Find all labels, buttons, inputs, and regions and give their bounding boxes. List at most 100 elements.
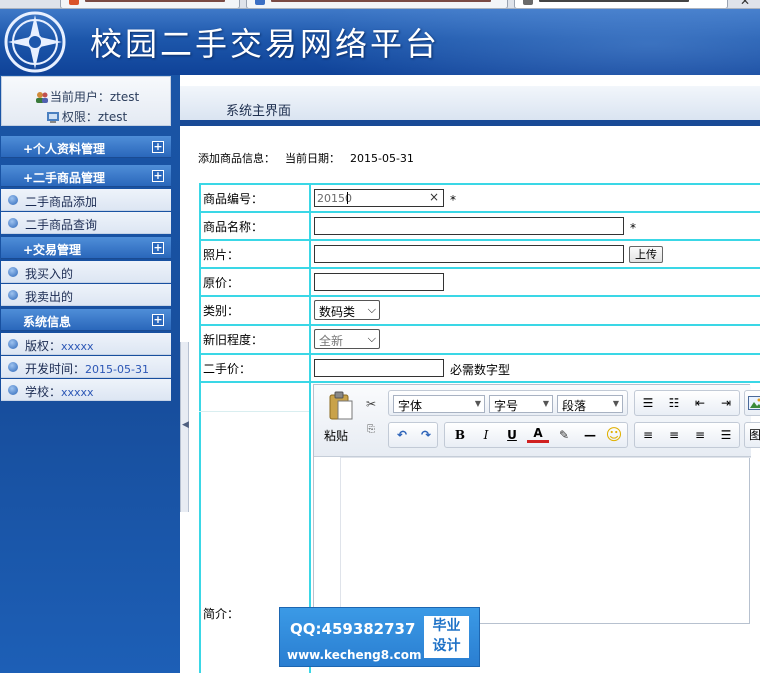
close-icon[interactable]: ✕	[740, 0, 750, 8]
horizontal-rule-icon[interactable]: —	[579, 424, 601, 446]
upload-button[interactable]: 上传	[629, 246, 663, 263]
sidebar-collapse-handle[interactable]: ◀	[180, 342, 189, 512]
photo-label: 照片：	[203, 248, 240, 262]
date-label: 当前日期：	[285, 152, 340, 165]
browser-tab[interactable]	[246, 0, 508, 8]
paste-label: 粘贴	[324, 429, 349, 443]
code-input[interactable]: 20150 ×	[314, 189, 444, 207]
align-left-icon[interactable]: ≡	[637, 424, 659, 446]
chevron-down-icon: ▼	[542, 399, 549, 408]
history-group: ↶ ↷	[388, 422, 438, 448]
price-label: 二手价：	[203, 362, 252, 376]
paste-button[interactable]: 粘贴	[322, 391, 362, 447]
outdent-icon[interactable]: ⇤	[689, 392, 711, 414]
align-justify-icon[interactable]: ☰	[715, 424, 737, 446]
indent-icon[interactable]: ⇥	[715, 392, 737, 414]
clear-icon[interactable]: ×	[429, 190, 439, 204]
ordered-list-icon[interactable]: ☰	[637, 392, 659, 414]
size-select-value: 字号	[494, 399, 519, 413]
site-title: 校园二手交易网络平台	[90, 25, 441, 63]
browser-tab[interactable]	[60, 0, 240, 8]
badge-line: 毕业	[432, 618, 461, 634]
price-input[interactable]	[314, 359, 444, 377]
highlight-icon[interactable]: ✎	[553, 424, 575, 446]
font-color-button[interactable]: A	[527, 424, 549, 443]
insert-image-icon[interactable]	[748, 396, 760, 410]
category-label: 类别：	[203, 304, 240, 318]
row-photo: 照片： 上传	[199, 239, 760, 267]
info-value: xxxxx	[61, 386, 94, 399]
name-input[interactable]	[314, 217, 624, 235]
emoticon-icon[interactable]: ☺	[603, 424, 625, 446]
info-key: 版权：	[25, 339, 62, 353]
menu-group-system-info[interactable]: 系统信息 +	[1, 309, 171, 331]
more-tools-group: 图	[744, 422, 760, 448]
paragraph-select[interactable]: 段落 ▼	[557, 395, 623, 413]
format-select-group: 字体 ▼ 字号 ▼ 段落 ▼	[388, 390, 628, 416]
user-info-box: 当前用户：ztest 权限：ztest	[1, 76, 171, 126]
sidebar-item-label: 我卖出的	[25, 290, 74, 304]
underline-button[interactable]: U	[501, 424, 523, 446]
permission-icon	[46, 112, 59, 123]
sidebar-item-label: 我买入的	[25, 267, 74, 281]
watermark-banner: QQ:459382737 www.kecheng8.com 毕业 设计	[279, 607, 480, 667]
required-mark: *	[630, 221, 636, 235]
undo-icon[interactable]: ↶	[391, 424, 413, 446]
sidebar-item-school: 学校：xxxxx	[1, 379, 171, 401]
expand-icon[interactable]: +	[152, 141, 164, 153]
cut-icon[interactable]: ✂	[360, 393, 382, 415]
expand-icon[interactable]: +	[152, 170, 164, 182]
category-select[interactable]: 数码类 ⌵	[314, 300, 380, 320]
condition-select[interactable]: 全新 ⌵	[314, 329, 380, 349]
align-right-icon[interactable]: ≡	[689, 424, 711, 446]
info-value: xxxxx	[61, 340, 94, 353]
bullet-icon	[8, 195, 18, 205]
align-center-icon[interactable]: ≡	[663, 424, 685, 446]
expand-icon[interactable]: +	[152, 314, 164, 326]
size-select[interactable]: 字号 ▼	[489, 395, 553, 413]
date-value: 2015-05-31	[350, 152, 414, 165]
required-mark: *	[450, 193, 456, 207]
current-user-text: 当前用户：ztest	[49, 90, 140, 104]
info-key: 学校：	[25, 385, 62, 399]
italic-button[interactable]: I	[475, 424, 497, 446]
text-style-group: B I U A ✎ — ☺	[444, 422, 628, 448]
unordered-list-icon[interactable]: ☷	[663, 392, 685, 414]
copy-icon[interactable]: ⎘	[360, 419, 382, 441]
chevron-left-icon[interactable]: ◀	[182, 420, 189, 430]
menu-group-trade[interactable]: +交易管理 +	[1, 237, 171, 259]
editor-content-area[interactable]	[340, 457, 751, 624]
sidebar-item-label: 学校：xxxxx	[25, 383, 94, 400]
image-button[interactable]: 图	[745, 424, 760, 446]
content-area: 添加商品信息： 当前日期： 2015-05-31 商品编号： 20150 × * 商…	[189, 133, 760, 673]
tab-favicon-icon	[69, 0, 79, 5]
row-code: 商品编号： 20150 × *	[199, 183, 760, 211]
main-header: 系统主界面	[180, 75, 760, 133]
tab-label	[539, 0, 689, 2]
menu-group-label: 系统信息	[23, 315, 72, 329]
price-hint: 必需数字型	[450, 363, 511, 377]
site-banner: 校园二手交易网络平台	[0, 9, 760, 75]
font-select-value: 字体	[398, 399, 423, 413]
school-logo-icon	[4, 11, 66, 73]
info-key: 开发时间：	[25, 362, 86, 376]
category-value: 数码类	[319, 305, 356, 319]
expand-icon[interactable]: +	[152, 242, 164, 254]
chevron-down-icon: ▼	[612, 399, 619, 408]
bullet-icon	[8, 290, 18, 300]
inner-divider	[199, 411, 309, 412]
sidebar-item-sold[interactable]: 我卖出的	[1, 284, 171, 306]
photo-input[interactable]	[314, 245, 624, 263]
original-price-input[interactable]	[314, 273, 444, 291]
paste-icon	[329, 391, 353, 420]
font-select[interactable]: 字体 ▼	[393, 395, 485, 413]
menu-group-goods[interactable]: +二手商品管理 +	[1, 165, 171, 187]
sidebar-item-query-goods[interactable]: 二手商品查询	[1, 212, 171, 234]
bold-button[interactable]: B	[449, 424, 471, 446]
sidebar-item-label: 二手商品添加	[25, 195, 98, 209]
sidebar-item-add-goods[interactable]: 二手商品添加	[1, 189, 171, 211]
redo-icon[interactable]: ↷	[415, 424, 437, 446]
browser-tab-active[interactable]	[514, 0, 728, 8]
sidebar-item-bought[interactable]: 我买入的	[1, 261, 171, 283]
menu-group-profile[interactable]: +个人资料管理 +	[1, 136, 171, 158]
